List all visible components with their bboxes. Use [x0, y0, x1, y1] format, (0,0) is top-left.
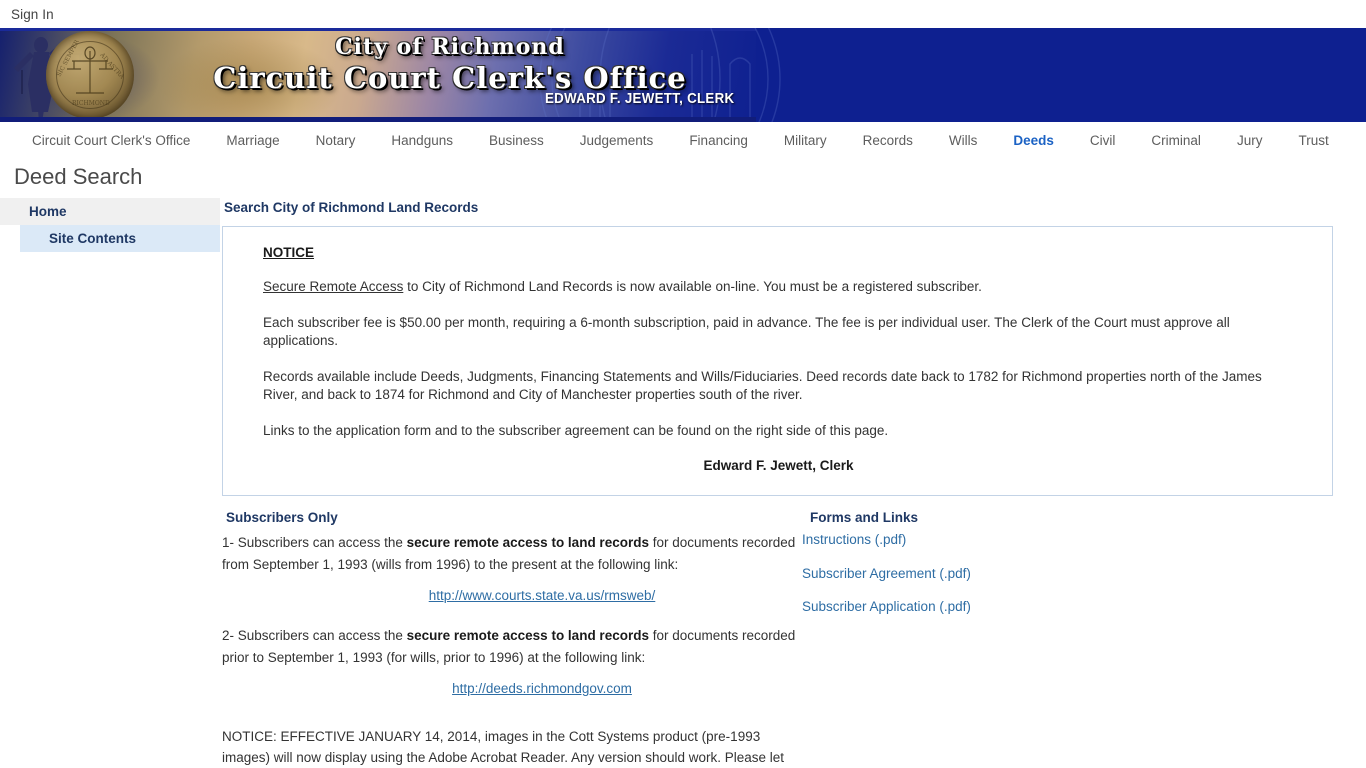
forms-and-links-column: Forms and Links Instructions (.pdf) Subs…: [802, 510, 1366, 768]
banner-title-group: City of Richmond Circuit Court Clerk's O…: [140, 34, 760, 96]
banner-title-line1: City of Richmond: [335, 34, 565, 60]
subscribers-item-1: 1- Subscribers can access the secure rem…: [222, 532, 802, 576]
subscribers-item-2-pre: 2- Subscribers can access the: [222, 628, 407, 643]
main-content: Search City of Richmond Land Records NOT…: [220, 196, 1366, 768]
site-banner: CTUR AD AS: [0, 28, 1366, 122]
notice-title: NOTICE: [263, 245, 315, 260]
nav-item-records[interactable]: Records: [845, 122, 931, 160]
content-heading: Search City of Richmond Land Records: [224, 200, 479, 215]
notice-paragraph-2: Each subscriber fee is $50.00 per month,…: [263, 315, 1230, 348]
main-navigation: Circuit Court Clerk's Office Marriage No…: [0, 122, 1366, 160]
page-title: Deed Search: [14, 164, 143, 189]
nav-item-marriage[interactable]: Marriage: [208, 122, 297, 160]
subscribers-link-2-wrap: http://deeds.richmondgov.com: [222, 680, 802, 698]
subscribers-item-1-pre: 1- Subscribers can access the: [222, 535, 407, 550]
secure-remote-access-link[interactable]: Secure Remote Access: [263, 279, 403, 294]
notice-paragraph-3: Records available include Deeds, Judgmen…: [263, 369, 1262, 402]
court-seal-inner-ring: [56, 41, 124, 109]
subscriber-application-pdf-link[interactable]: Subscriber Application (.pdf): [802, 599, 1366, 614]
nav-item-business[interactable]: Business: [471, 122, 562, 160]
forms-and-links-heading: Forms and Links: [810, 510, 919, 525]
deeds-richmondgov-link[interactable]: http://deeds.richmondgov.com: [452, 681, 632, 696]
bottom-notice-text: NOTICE: EFFECTIVE JANUARY 14, 2014, imag…: [222, 729, 785, 765]
nav-item-wills[interactable]: Wills: [931, 122, 996, 160]
nav-item-criminal[interactable]: Criminal: [1133, 122, 1219, 160]
court-seal-medallion-icon: SIC SEMPER AD ASTRA RICHMOND: [46, 31, 134, 119]
subscribers-column: Subscribers Only 1- Subscribers can acce…: [222, 510, 802, 768]
subscribers-item-2-bold: secure remote access to land records: [406, 628, 649, 643]
nav-item-deeds[interactable]: Deeds: [995, 122, 1072, 160]
sidebar-item-home[interactable]: Home: [0, 198, 220, 225]
sidebar-item-site-contents[interactable]: Site Contents: [20, 225, 220, 252]
subscribers-item-1-bold: secure remote access to land records: [406, 535, 649, 550]
sign-in-link[interactable]: Sign In: [11, 7, 54, 22]
nav-item-notary[interactable]: Notary: [298, 122, 374, 160]
rmsweb-link[interactable]: http://www.courts.state.va.us/rmsweb/: [429, 588, 656, 603]
subscribers-heading: Subscribers Only: [226, 510, 338, 525]
nav-item-financing[interactable]: Financing: [671, 122, 766, 160]
notice-signature: Edward F. Jewett, Clerk: [703, 458, 854, 473]
subscribers-item-2: 2- Subscribers can access the secure rem…: [222, 625, 802, 669]
banner-clerk-name: EDWARD F. JEWETT, CLERK: [545, 91, 735, 107]
banner-bottom-rule: [0, 117, 756, 122]
notice-paragraph-4: Links to the application form and to the…: [263, 423, 889, 438]
nav-item-trust[interactable]: Trust: [1280, 122, 1346, 160]
left-sidebar: Home Site Contents: [0, 196, 220, 768]
nav-item-clerks-office[interactable]: Circuit Court Clerk's Office: [14, 122, 208, 160]
lower-columns: Subscribers Only 1- Subscribers can acce…: [222, 510, 1366, 768]
nav-item-military[interactable]: Military: [766, 122, 845, 160]
nav-item-handguns[interactable]: Handguns: [373, 122, 471, 160]
instructions-pdf-link[interactable]: Instructions (.pdf): [802, 532, 1366, 547]
notice-paragraph-1-rest: to City of Richmond Land Records is now …: [403, 279, 982, 294]
nav-item-civil[interactable]: Civil: [1072, 122, 1134, 160]
subscriber-agreement-pdf-link[interactable]: Subscriber Agreement (.pdf): [802, 566, 1366, 581]
subscribers-link-1-wrap: http://www.courts.state.va.us/rmsweb/: [222, 587, 802, 605]
top-signin-bar: Sign In: [0, 0, 1366, 28]
nav-item-jury[interactable]: Jury: [1219, 122, 1281, 160]
notice-panel: NOTICE Secure Remote Access to City of R…: [222, 226, 1333, 496]
page-body: Home Site Contents Search City of Richmo…: [0, 196, 1366, 768]
nav-item-judgements[interactable]: Judgements: [562, 122, 672, 160]
notice-paragraph-1: Secure Remote Access to City of Richmond…: [263, 278, 1294, 296]
